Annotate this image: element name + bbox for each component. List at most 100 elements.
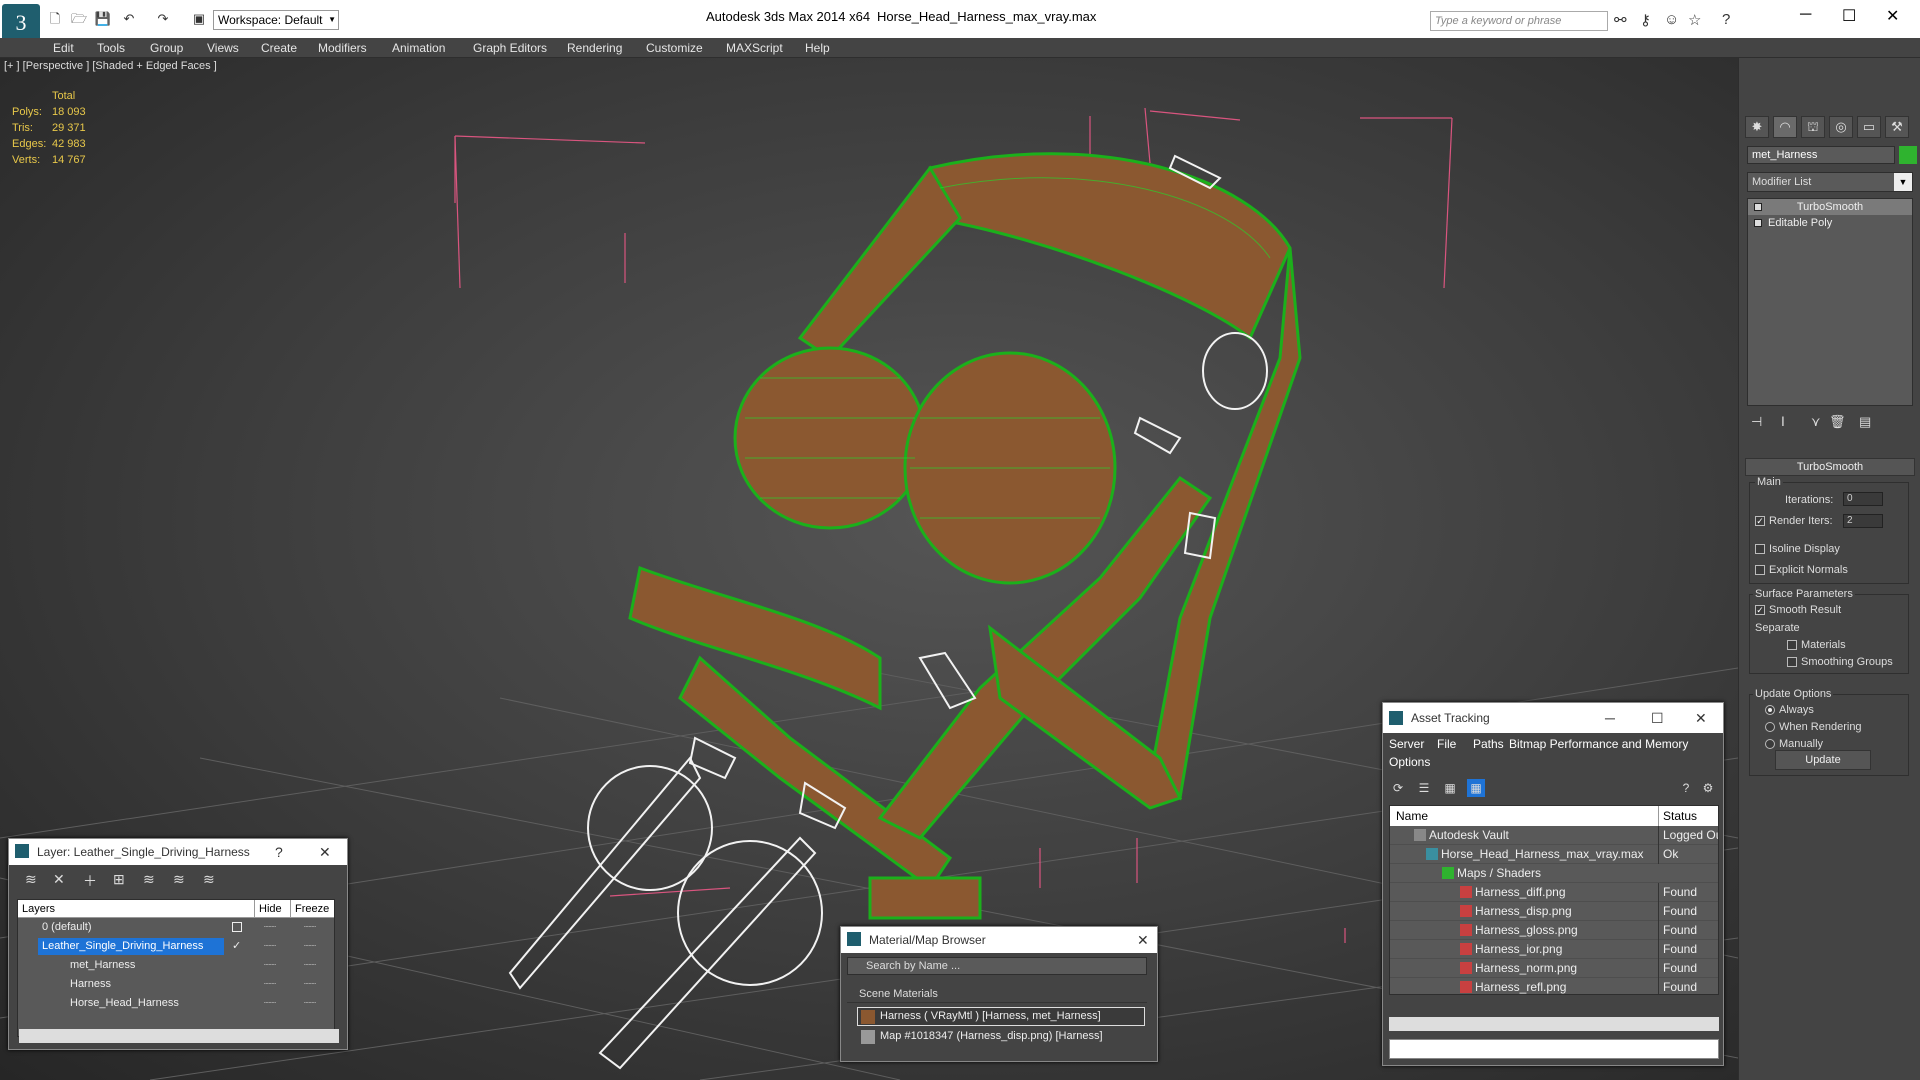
- asset-tracking-titlebar[interactable]: Asset Tracking ─ ☐ ✕: [1383, 703, 1723, 733]
- isoline-display-checkbox[interactable]: [1755, 544, 1765, 554]
- settings-icon[interactable]: ⚙: [1699, 779, 1717, 797]
- col-name[interactable]: Name: [1396, 806, 1428, 826]
- materials-checkbox[interactable]: [1787, 640, 1797, 650]
- user-icon[interactable]: ☺: [1664, 11, 1679, 28]
- checkmark-icon[interactable]: ✓: [232, 937, 241, 956]
- delete-layer-icon[interactable]: ✕: [53, 871, 65, 888]
- col-status[interactable]: Status: [1658, 806, 1718, 826]
- asset-table-scrollbar[interactable]: [1389, 1017, 1719, 1031]
- freeze-toggle[interactable]: ┈┈: [304, 918, 316, 937]
- remove-modifier-icon[interactable]: 🗑: [1829, 414, 1846, 430]
- modifier-list-dropdown[interactable]: Modifier List ▼: [1747, 172, 1913, 192]
- hide-toggle[interactable]: ┈┈: [264, 975, 276, 994]
- menu-rendering[interactable]: Rendering: [567, 41, 622, 55]
- hierarchy-tab[interactable]: ⛫: [1801, 116, 1825, 138]
- material-search-input[interactable]: Search by Name ...: [847, 957, 1147, 975]
- menu-help[interactable]: Help: [805, 41, 830, 55]
- menu-create[interactable]: Create: [261, 41, 297, 55]
- close-icon[interactable]: ✕: [319, 839, 331, 865]
- modify-tab[interactable]: ◠: [1773, 116, 1797, 138]
- layer-row[interactable]: met_Harness ┈┈ ┈┈: [18, 956, 334, 975]
- menu-tools[interactable]: Tools: [97, 41, 125, 55]
- menu-options[interactable]: Options: [1389, 755, 1430, 769]
- minimize-button[interactable]: ─: [1605, 703, 1615, 733]
- asset-row[interactable]: Harness_diff.png Found: [1390, 883, 1718, 902]
- help-icon[interactable]: ?: [1677, 779, 1695, 797]
- col-freeze[interactable]: Freeze: [290, 900, 329, 918]
- hide-toggle[interactable]: ┈┈: [264, 956, 276, 975]
- configure-sets-icon[interactable]: ▤: [1859, 414, 1871, 430]
- freeze-toggle[interactable]: ┈┈: [304, 937, 316, 956]
- motion-tab[interactable]: ◎: [1829, 116, 1853, 138]
- maximize-button[interactable]: ☐: [1842, 6, 1856, 26]
- asset-path-field[interactable]: [1389, 1039, 1719, 1059]
- when-rendering-radio[interactable]: [1765, 722, 1775, 732]
- save-icon[interactable]: 💾: [94, 10, 112, 28]
- menu-server[interactable]: Server: [1389, 737, 1424, 751]
- col-hide[interactable]: Hide: [254, 900, 282, 918]
- lightbulb-icon[interactable]: [1754, 203, 1762, 211]
- help-button[interactable]: ?: [275, 839, 283, 865]
- pin-stack-icon[interactable]: ⊣: [1751, 414, 1762, 430]
- material-item[interactable]: Harness ( VRayMtl ) [Harness, met_Harnes…: [857, 1007, 1145, 1026]
- open-file-icon[interactable]: 🗁: [70, 10, 88, 28]
- menu-animation[interactable]: Animation: [392, 41, 445, 55]
- add-to-layer-icon[interactable]: ＋: [83, 871, 97, 891]
- asset-row[interactable]: Autodesk Vault Logged Ou: [1390, 826, 1718, 845]
- redo-icon[interactable]: ↷: [154, 10, 172, 28]
- menu-edit[interactable]: Edit: [53, 41, 74, 55]
- key-icon[interactable]: ⚷: [1640, 11, 1651, 29]
- asset-row[interactable]: Harness_norm.png Found: [1390, 959, 1718, 978]
- layer-window-titlebar[interactable]: Layer: Leather_Single_Driving_Harness ? …: [9, 839, 347, 865]
- binoculars-icon[interactable]: ⚯: [1614, 11, 1627, 29]
- map-item[interactable]: Map #1018347 (Harness_disp.png) [Harness…: [857, 1027, 1145, 1046]
- workspace-dropdown[interactable]: Workspace: Default ▼: [213, 10, 339, 30]
- minimize-button[interactable]: ─: [1800, 6, 1811, 24]
- layer-row[interactable]: Horse_Head_Harness ┈┈ ┈┈: [18, 994, 334, 1013]
- render-iters-checkbox[interactable]: ✓: [1755, 516, 1765, 526]
- viewport-label[interactable]: [+ ] [Perspective ] [Shaded + Edged Face…: [4, 60, 217, 72]
- new-layer-icon[interactable]: ≋: [25, 871, 37, 888]
- undo-icon[interactable]: ↶: [120, 10, 138, 28]
- material-browser-titlebar[interactable]: Material/Map Browser ✕: [841, 927, 1157, 953]
- layer-row[interactable]: Harness ┈┈ ┈┈: [18, 975, 334, 994]
- display-tab[interactable]: ▭: [1857, 116, 1881, 138]
- explicit-normals-checkbox[interactable]: [1755, 565, 1765, 575]
- make-unique-icon[interactable]: ⋎: [1811, 414, 1821, 430]
- close-icon[interactable]: ✕: [1137, 927, 1149, 953]
- close-icon[interactable]: ✕: [1695, 703, 1707, 733]
- help-icon[interactable]: ?: [1722, 11, 1730, 28]
- layer-row[interactable]: Leather_Single_Driving_Harness ✓ ┈┈ ┈┈: [18, 937, 334, 956]
- update-button[interactable]: Update: [1775, 750, 1871, 770]
- asset-row[interactable]: Harness_ior.png Found: [1390, 940, 1718, 959]
- star-icon[interactable]: ☆: [1688, 11, 1701, 29]
- show-end-result-icon[interactable]: Ⅰ: [1781, 414, 1785, 430]
- asset-row[interactable]: Horse_Head_Harness_max_vray.max Ok: [1390, 845, 1718, 864]
- iterations-spinner[interactable]: 0: [1843, 492, 1883, 506]
- menu-modifiers[interactable]: Modifiers: [318, 41, 367, 55]
- menu-views[interactable]: Views: [207, 41, 239, 55]
- freeze-toggle[interactable]: ┈┈: [304, 994, 316, 1013]
- highlight-layer-icon[interactable]: ≋: [143, 871, 155, 888]
- create-tab[interactable]: ✸: [1745, 116, 1769, 138]
- scene-materials-section[interactable]: Scene Materials: [847, 985, 1147, 1003]
- expand-icon[interactable]: [1754, 219, 1762, 227]
- asset-row[interactable]: Maps / Shaders: [1390, 864, 1718, 883]
- asset-row[interactable]: Harness_disp.png Found: [1390, 902, 1718, 921]
- table-view-icon[interactable]: ▦: [1467, 779, 1485, 797]
- project-folder-icon[interactable]: ▣: [190, 10, 208, 28]
- search-input[interactable]: Type a keyword or phrase: [1430, 11, 1608, 31]
- layer-scrollbar[interactable]: [19, 1029, 339, 1043]
- menu-maxscript[interactable]: MAXScript: [726, 41, 783, 55]
- smoothing-groups-checkbox[interactable]: [1787, 657, 1797, 667]
- select-in-layer-icon[interactable]: ⊞: [113, 871, 125, 888]
- hide-all-layers-icon[interactable]: ≋: [173, 871, 185, 888]
- freeze-toggle[interactable]: ┈┈: [304, 975, 316, 994]
- refresh-icon[interactable]: ⟳: [1389, 779, 1407, 797]
- maximize-button[interactable]: ☐: [1651, 703, 1664, 733]
- current-layer-icon[interactable]: [232, 922, 242, 932]
- stack-item-turbosmooth[interactable]: TurboSmooth: [1748, 199, 1912, 215]
- thumbnail-view-icon[interactable]: ▦: [1441, 779, 1459, 797]
- render-iters-spinner[interactable]: 2: [1843, 514, 1883, 528]
- object-color-swatch[interactable]: [1899, 146, 1917, 164]
